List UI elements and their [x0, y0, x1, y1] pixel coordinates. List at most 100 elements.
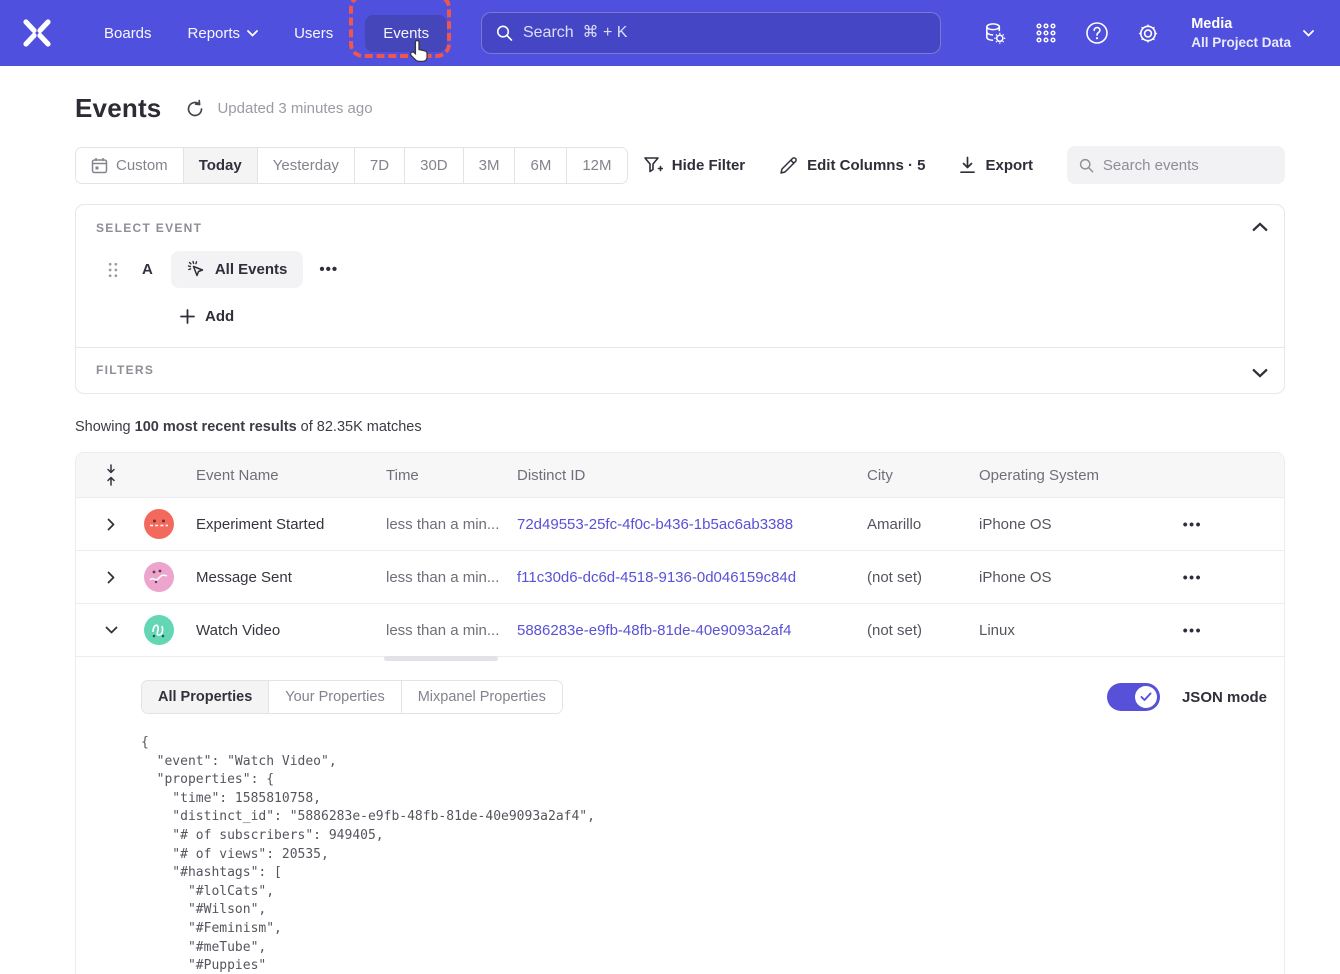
chevron-right-icon — [107, 571, 115, 584]
filters-section: FILTERS — [76, 348, 1284, 393]
cell-time: less than a min... — [380, 516, 511, 533]
event-avatar — [144, 509, 174, 539]
project-switcher[interactable]: Media All Project Data — [1191, 15, 1314, 52]
cell-os: iPhone OS — [973, 516, 1169, 533]
col-event-name: Event Name — [190, 467, 380, 484]
event-more-options-button[interactable]: ••• — [319, 261, 338, 278]
select-event-label: SELECT EVENT — [96, 221, 1264, 235]
refresh-icon[interactable] — [185, 99, 205, 119]
sort-time-icon[interactable] — [92, 464, 130, 486]
nav-item-events[interactable]: Events — [365, 15, 447, 52]
tab-all-properties[interactable]: All Properties — [142, 681, 269, 713]
event-avatar — [144, 562, 174, 592]
expand-row-button[interactable] — [92, 518, 130, 531]
settings-gear-icon[interactable] — [1136, 21, 1160, 45]
date-6m-button[interactable]: 6M — [515, 148, 567, 183]
table-row: Message Sent less than a min... f11c30d6… — [76, 551, 1284, 604]
cell-city: Amarillo — [861, 516, 973, 533]
nav-item-boards[interactable]: Boards — [90, 15, 166, 52]
cell-distinct-id-link[interactable]: f11c30d6-dc6d-4518-9136-0d046159c84d — [511, 569, 861, 586]
add-event-button[interactable]: Add — [180, 308, 1264, 325]
chevron-down-icon[interactable] — [1252, 365, 1268, 381]
table-header-row: Event Name Time Distinct ID City Operati… — [76, 453, 1284, 498]
col-time: Time — [380, 467, 511, 484]
cell-event-name: Watch Video — [190, 622, 380, 639]
add-button-label: Add — [205, 308, 234, 325]
table-row-expanded: Watch Video less than a min... 5886283e-… — [76, 604, 1284, 657]
page-title: Events — [75, 93, 161, 124]
date-today-button[interactable]: Today — [184, 148, 258, 183]
check-icon — [1140, 692, 1152, 702]
tab-your-properties[interactable]: Your Properties — [269, 681, 401, 713]
cell-event-name: Message Sent — [190, 569, 380, 586]
cell-os: iPhone OS — [973, 569, 1169, 586]
hide-filter-button[interactable]: Hide Filter — [643, 156, 745, 175]
cell-time: less than a min... — [380, 622, 511, 639]
cell-time: less than a min... — [380, 569, 511, 586]
hand-cursor-icon — [409, 39, 431, 63]
cursor-click-icon — [187, 260, 206, 279]
global-search-input[interactable] — [523, 24, 926, 42]
row-menu-button[interactable]: ••• — [1183, 622, 1284, 638]
json-mode-label: JSON mode — [1182, 689, 1267, 706]
query-builder-card: SELECT EVENT A — [75, 204, 1285, 394]
chevron-up-icon[interactable] — [1252, 219, 1268, 235]
events-table: Event Name Time Distinct ID City Operati… — [75, 452, 1285, 974]
apps-grid-icon[interactable] — [1034, 21, 1058, 45]
nav-item-users[interactable]: Users — [280, 15, 347, 52]
cell-distinct-id-link[interactable]: 72d49553-25fc-4f0c-b436-1b5ac6ab3388 — [511, 516, 861, 533]
cell-distinct-id-link[interactable]: 5886283e-e9fb-48fb-81de-40e9093a2af4 — [511, 622, 861, 639]
cell-event-name: Experiment Started — [190, 516, 380, 533]
select-event-section: SELECT EVENT A — [76, 205, 1284, 347]
date-range-selector: Custom Today Yesterday 7D 30D 3M 6M 12M — [75, 147, 628, 184]
chevron-down-icon — [105, 626, 118, 634]
event-avatar — [144, 615, 174, 645]
events-search-input[interactable] — [1103, 157, 1273, 174]
date-12m-button[interactable]: 12M — [567, 148, 626, 183]
nav-item-reports[interactable]: Reports — [174, 15, 273, 52]
results-suffix: of 82.35K matches — [297, 419, 422, 435]
help-icon[interactable] — [1085, 21, 1109, 45]
edit-columns-label: Edit Columns · 5 — [807, 157, 925, 174]
date-30d-button[interactable]: 30D — [405, 148, 464, 183]
date-7d-button[interactable]: 7D — [355, 148, 405, 183]
results-prefix: Showing — [75, 419, 135, 435]
primary-nav: Boards Reports Users Events — [90, 15, 447, 52]
pencil-icon — [779, 156, 798, 175]
filters-label: FILTERS — [96, 363, 1264, 377]
collapse-row-button[interactable] — [92, 626, 130, 634]
json-mode-toggle[interactable] — [1107, 683, 1160, 711]
event-selector-chip[interactable]: All Events — [171, 251, 304, 288]
avatar-face — [144, 615, 174, 645]
col-operating-system: Operating System — [973, 467, 1169, 484]
toggle-knob — [1135, 686, 1157, 708]
updated-status: Updated 3 minutes ago — [217, 100, 372, 117]
row-menu-button[interactable]: ••• — [1183, 569, 1284, 585]
results-count: 100 most recent results — [135, 419, 297, 435]
global-search[interactable] — [481, 12, 941, 54]
date-yesterday-button[interactable]: Yesterday — [258, 148, 355, 183]
date-custom-label: Custom — [116, 157, 168, 174]
row-menu-button[interactable]: ••• — [1183, 516, 1284, 532]
event-query-row: A All Events ••• — [90, 251, 1264, 288]
expand-row-button[interactable] — [92, 571, 130, 584]
data-management-icon[interactable] — [983, 21, 1007, 45]
plus-icon — [180, 309, 195, 324]
chevron-down-icon — [1303, 30, 1314, 37]
date-custom-button[interactable]: Custom — [76, 148, 184, 183]
hide-filter-label: Hide Filter — [672, 157, 745, 174]
cell-os: Linux — [973, 622, 1169, 639]
horizontal-scrollbar-thumb[interactable] — [384, 656, 498, 661]
edit-columns-button[interactable]: Edit Columns · 5 — [779, 156, 925, 175]
mixpanel-logo-icon[interactable] — [22, 18, 52, 48]
drag-handle-icon[interactable] — [106, 262, 120, 278]
export-button[interactable]: Export — [959, 156, 1033, 174]
date-3m-button[interactable]: 3M — [464, 148, 516, 183]
search-icon — [496, 24, 513, 42]
results-summary: Showing 100 most recent results of 82.35… — [75, 419, 1285, 435]
calendar-icon — [91, 157, 108, 174]
events-search[interactable] — [1067, 146, 1285, 184]
chevron-down-icon — [247, 30, 258, 37]
event-detail-panel: All Properties Your Properties Mixpanel … — [76, 657, 1284, 714]
tab-mixpanel-properties[interactable]: Mixpanel Properties — [402, 681, 562, 713]
